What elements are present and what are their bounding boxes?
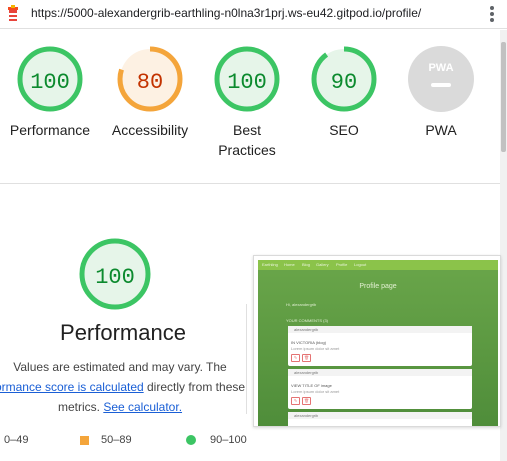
screenshot-nav-item: Profile: [336, 262, 348, 267]
legend-pass-circle-icon: [186, 435, 196, 446]
gauge-performance-score: 100: [30, 70, 70, 95]
scrollbar[interactable]: [500, 30, 507, 461]
edit-icon: ✎: [291, 354, 300, 362]
screenshot-card: alexandergrib IN VICTORIA (blog) Lorem i…: [288, 326, 472, 366]
screenshot-card-actions: ✎ 🗑: [291, 397, 321, 405]
screenshot-nav-item: Home: [284, 262, 295, 267]
legend-fail-label: 0–49: [4, 434, 29, 446]
scrollbar-thumb[interactable]: [501, 42, 506, 152]
screenshot-card-line: Lorem ipsum dolor sit amet: [291, 389, 340, 394]
performance-description: Values are estimated and may vary. The o…: [0, 357, 254, 417]
url-text[interactable]: https://5000-alexandergrib-earthling-n0l…: [31, 6, 421, 20]
performance-title: Performance: [60, 320, 186, 345]
screenshot-card-author: alexandergrib: [288, 369, 472, 376]
gauge-best-practices[interactable]: 100 Best Practices: [197, 44, 297, 160]
desc-mid: directly from these: [143, 380, 246, 394]
performance-large-gauge: 100: [79, 238, 151, 310]
lighthouse-icon: [8, 5, 18, 21]
performance-score-link[interactable]: ormance score is calculated: [0, 380, 144, 394]
gauge-performance-ring: 100: [17, 46, 83, 112]
see-calculator-link[interactable]: See calculator.: [103, 400, 182, 414]
legend-average: 50–89: [80, 434, 132, 446]
gauge-pwa[interactable]: PWA PWA: [391, 44, 491, 140]
legend-average-square-icon: [80, 435, 89, 445]
gauge-accessibility[interactable]: 80 Accessibility: [100, 44, 200, 140]
pwa-badge-text: PWA: [428, 62, 453, 74]
gauge-seo[interactable]: 90 SEO: [294, 44, 394, 140]
gauge-best-practices-label: Best Practices: [197, 120, 297, 160]
screenshot-nav-item: Gallery: [316, 262, 329, 267]
browser-address-bar: https://5000-alexandergrib-earthling-n0l…: [0, 0, 507, 29]
delete-icon: 🗑: [302, 397, 311, 405]
gauge-best-practices-score: 100: [227, 70, 267, 95]
final-screenshot-thumbnail[interactable]: Earthling Home Blog Gallery Profile Logo…: [253, 255, 501, 427]
gauge-accessibility-label: Accessibility: [111, 122, 189, 138]
more-menu-icon[interactable]: [488, 4, 496, 24]
screenshot-card-author: alexandergrib: [288, 412, 472, 419]
screenshot-page: Earthling Home Blog Gallery Profile Logo…: [258, 260, 498, 426]
screenshot-section: YOUR COMMENTS (3): [286, 318, 328, 323]
gauge-pwa-label: PWA: [425, 122, 457, 138]
delete-icon: 🗑: [302, 354, 311, 362]
screenshot-greeting: Hi, alexandergrib: [286, 302, 317, 307]
pwa-badge-icon: PWA: [408, 46, 474, 112]
gauge-accessibility-score: 80: [137, 70, 163, 95]
screenshot-navbar: Earthling Home Blog Gallery Profile Logo…: [258, 260, 498, 270]
section-divider: [0, 183, 500, 184]
legend-average-label: 50–89: [101, 434, 132, 446]
desc-line1: Values are estimated and may vary. The: [13, 360, 227, 374]
best-practices-line1: Best: [232, 122, 261, 138]
vertical-divider: [246, 304, 247, 414]
performance-large-score: 100: [95, 265, 135, 290]
edit-icon: ✎: [291, 397, 300, 405]
screenshot-nav-item: Blog: [302, 262, 311, 267]
legend-pass-label: 90–100: [210, 434, 247, 446]
screenshot-card-line: VIEW TITLE OF image: [291, 383, 332, 388]
screenshot-title: Profile page: [359, 283, 397, 290]
screenshot-card-actions: ✎ 🗑: [291, 354, 321, 362]
gauge-seo-label: SEO: [329, 122, 359, 138]
desc-line3: metrics.: [57, 400, 104, 414]
gauge-performance[interactable]: 100 Performance: [0, 44, 100, 140]
screenshot-card: alexandergrib VIEW TITLE OF image Lorem …: [288, 369, 472, 409]
screenshot-card-line: Lorem ipsum dolor sit amet: [291, 346, 340, 351]
screenshot-nav-item: Logout: [354, 262, 367, 267]
screenshot-card-author: alexandergrib: [288, 326, 472, 333]
screenshot-card-line: IN VICTORIA (blog): [291, 340, 327, 345]
gauge-seo-ring: 90: [311, 46, 377, 112]
legend-pass: 90–100: [186, 434, 247, 446]
screenshot-nav-item: Earthling: [262, 262, 278, 267]
gauge-accessibility-ring: 80: [117, 46, 183, 112]
gauge-seo-score: 90: [331, 70, 357, 95]
gauge-performance-label: Performance: [9, 122, 91, 138]
legend-fail: 0–49: [4, 434, 28, 446]
gauge-best-practices-ring: 100: [214, 46, 280, 112]
best-practices-line2: Practices: [218, 142, 276, 158]
screenshot-card: alexandergrib: [288, 412, 472, 426]
